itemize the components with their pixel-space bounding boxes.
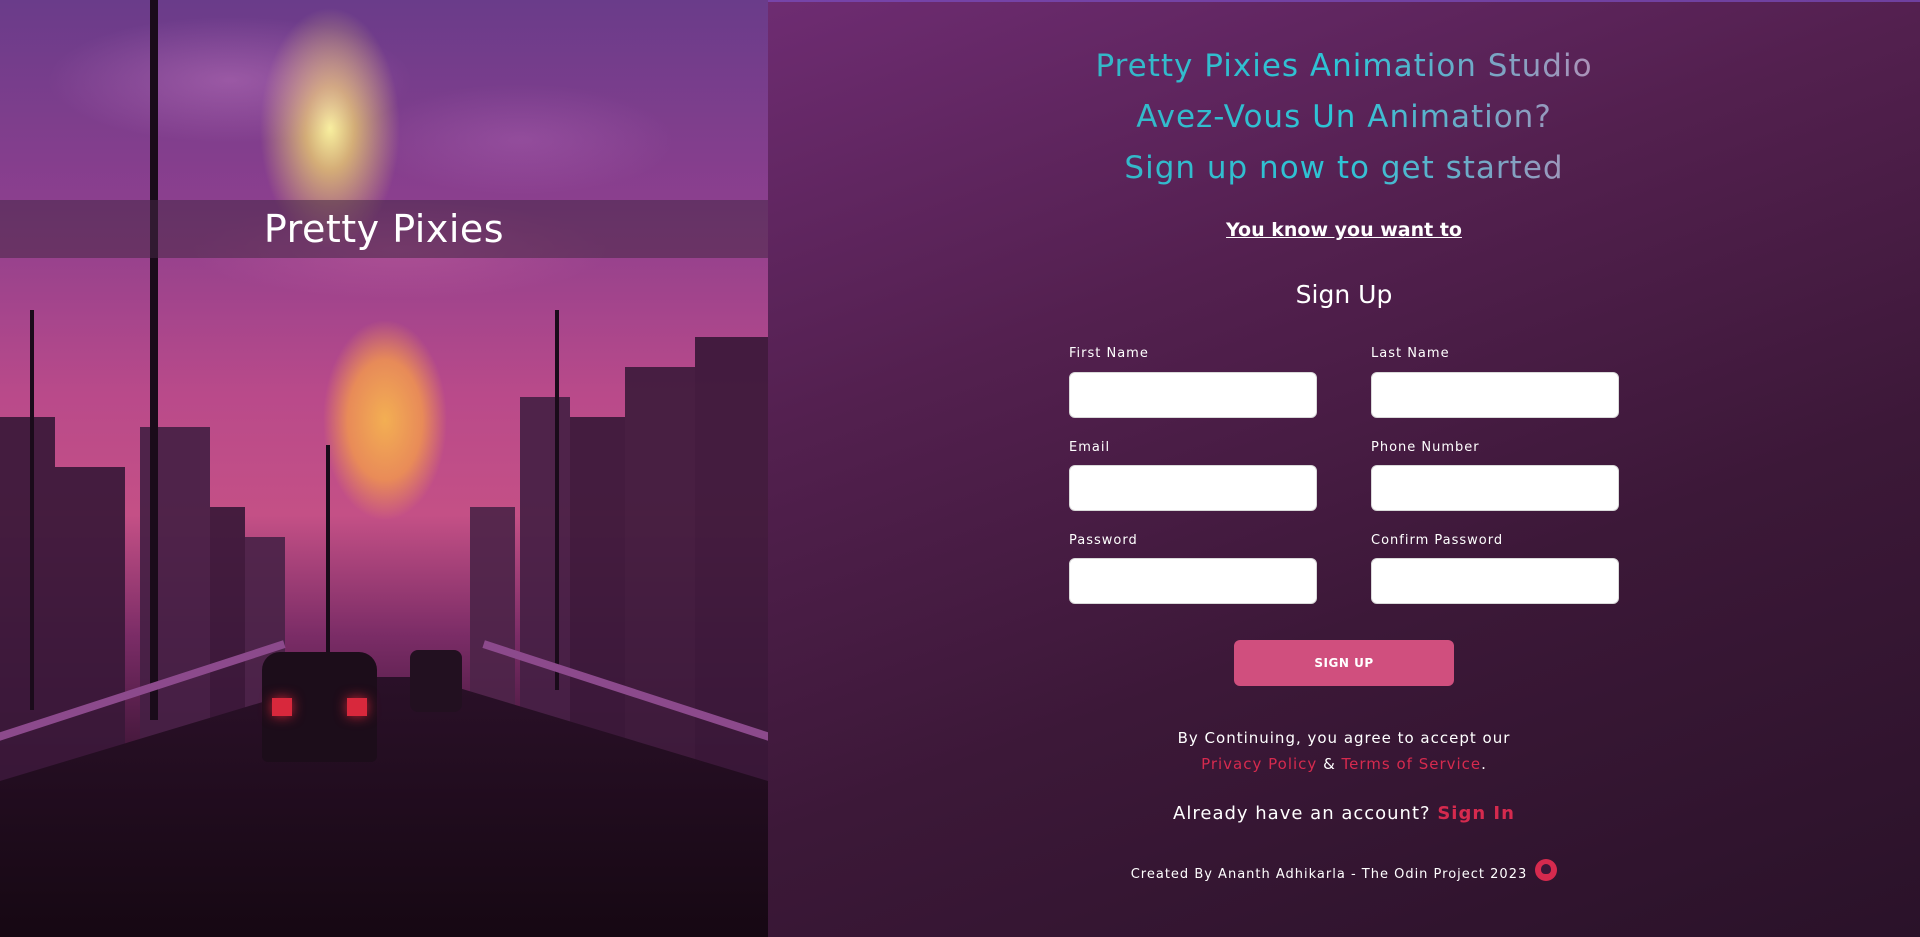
tail-light [347, 698, 367, 716]
privacy-policy-link[interactable]: Privacy Policy [1201, 755, 1317, 773]
car [262, 652, 377, 762]
phone-label: Phone Number [1371, 440, 1480, 455]
terms-notice: By Continuing, you agree to accept our P… [768, 725, 1920, 777]
hero-panel: Pretty Pixies [0, 0, 768, 937]
form-title: Sign Up [1295, 280, 1393, 309]
password-label: Password [1069, 533, 1138, 548]
github-icon[interactable] [1535, 859, 1558, 881]
account-prompt: Already have an account? Sign In [768, 803, 1920, 824]
last-name-input[interactable] [1371, 372, 1619, 418]
sign-up-button[interactable]: SIGN UP [1234, 640, 1454, 686]
terms-text: By Continuing, you agree to accept our [1177, 729, 1511, 747]
brand-name: Pretty Pixies [263, 207, 505, 251]
first-name-input[interactable] [1069, 372, 1317, 418]
credit-text: Created By Ananth Adhikarla - The Odin P… [1130, 866, 1528, 882]
first-name-label: First Name [1069, 346, 1149, 361]
footer-credit: Created By Ananth Adhikarla - The Odin P… [768, 859, 1920, 885]
confirm-password-input[interactable] [1371, 558, 1619, 604]
studio-heading: Pretty Pixies Animation Studio [768, 48, 1920, 84]
street-lamp [326, 445, 330, 675]
utility-pole [555, 310, 559, 690]
tail-light [272, 698, 292, 716]
phone-input[interactable] [1371, 465, 1619, 511]
top-border [768, 0, 1920, 2]
signup-panel: Pretty Pixies Animation Studio Avez-Vous… [768, 0, 1920, 937]
password-input[interactable] [1069, 558, 1317, 604]
terms-period: . [1481, 755, 1487, 773]
email-label: Email [1069, 440, 1111, 455]
tagline: You know you want to [1226, 219, 1462, 241]
utility-pole [150, 0, 158, 720]
terms-of-service-link[interactable]: Terms of Service [1342, 755, 1482, 773]
email-input[interactable] [1069, 465, 1317, 511]
question-heading: Avez-Vous Un Animation? [768, 99, 1920, 135]
cta-heading: Sign up now to get started [768, 150, 1920, 186]
sign-in-link[interactable]: Sign In [1437, 803, 1515, 824]
confirm-password-label: Confirm Password [1371, 533, 1504, 548]
car [410, 650, 462, 712]
last-name-label: Last Name [1371, 346, 1450, 361]
account-prompt-text: Already have an account? [1173, 803, 1431, 824]
utility-pole [30, 310, 34, 710]
terms-ampersand: & [1317, 755, 1342, 773]
brand-banner: Pretty Pixies [0, 200, 768, 258]
